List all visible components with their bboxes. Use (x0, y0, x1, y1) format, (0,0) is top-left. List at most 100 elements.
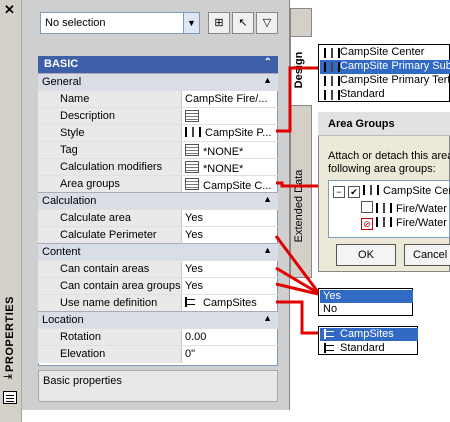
grid-header[interactable]: BASIC ⌃ (38, 56, 278, 73)
row-elevation[interactable]: Elevation 0" (38, 345, 278, 363)
filter-icon[interactable]: ▽ (256, 12, 278, 34)
option-label: CampSite Primary Tert (340, 74, 450, 86)
row-calculate-area[interactable]: Calculate area Yes (38, 209, 278, 227)
category-calculation[interactable]: Calculation ▲ (38, 192, 278, 209)
row-value[interactable]: 0" (182, 346, 278, 363)
style-option[interactable]: CampSite Primary Tert (320, 74, 450, 88)
option-label: CampSites (340, 328, 394, 340)
collapse-icon[interactable]: − (333, 186, 345, 198)
row-value[interactable]: *NONE* (182, 142, 278, 159)
row-label: Rotation (38, 329, 182, 346)
name-definition-icon (185, 297, 199, 307)
row-label: Calculate Perimeter (38, 227, 182, 244)
properties-menu-icon[interactable] (3, 391, 17, 404)
option-label: Standard (340, 88, 385, 100)
row-can-contain-areas[interactable]: Can contain areas Yes (38, 260, 278, 278)
ok-button[interactable]: OK (336, 244, 396, 266)
style-option-selected[interactable]: CampSite Primary Subdi (320, 60, 450, 74)
row-can-contain-area-groups[interactable]: Can contain area groups Yes (38, 277, 278, 295)
dialog-title: Area Groups (318, 112, 450, 136)
area-group-icon (376, 217, 392, 227)
instruction-line: following area groups: (328, 163, 436, 175)
row-area-groups[interactable]: Area groups CampSite C... (38, 175, 278, 193)
category-label: General (42, 76, 82, 88)
row-use-name-definition[interactable]: Use name definition CampSites (38, 294, 278, 312)
category-location[interactable]: Location ▲ (38, 311, 278, 328)
collapse-icon[interactable]: ⌃ (264, 57, 272, 68)
edit-list-icon[interactable] (185, 178, 199, 190)
option-label: Standard (340, 342, 385, 354)
value-text: *NONE* (203, 146, 244, 158)
area-group-tree: −✔ CampSite Center Fire/Water ⊘ Fire/Water (328, 180, 450, 238)
tree-label: Fire/Water (396, 217, 447, 229)
close-icon[interactable]: ✕ (4, 2, 15, 18)
row-value[interactable]: CampSites (182, 295, 278, 312)
value-text: CampSite P... (205, 127, 272, 139)
row-label: Name (38, 91, 182, 108)
description-panel: Basic properties (38, 370, 278, 402)
option-standard[interactable]: Standard (320, 342, 418, 355)
tab-design-label: Design (293, 51, 305, 89)
row-label: Style (38, 125, 182, 142)
chevron-up-icon[interactable]: ▲ (263, 75, 272, 85)
pick-objects-icon[interactable]: ↖ (232, 12, 254, 34)
name-definition-popup: CampSites Standard (318, 326, 418, 355)
style-icon (324, 62, 340, 72)
row-style[interactable]: Style CampSite P... (38, 124, 278, 142)
row-label: Area groups (38, 176, 182, 193)
edit-list-icon[interactable] (185, 110, 199, 122)
row-calculate-perimeter[interactable]: Calculate Perimeter Yes (38, 226, 278, 244)
grid-header-label: BASIC (44, 58, 79, 70)
option-yes[interactable]: Yes (320, 290, 413, 303)
row-value[interactable]: Yes (182, 261, 278, 278)
value-text: CampSite C... (203, 180, 272, 192)
option-label: CampSite Center (340, 46, 425, 58)
row-name[interactable]: Name CampSite Fire/... (38, 90, 278, 108)
row-value[interactable]: Yes (182, 278, 278, 295)
row-value[interactable]: CampSite Fire/... (182, 91, 278, 108)
row-calc-modifiers[interactable]: Calculation modifiers *NONE* (38, 158, 278, 176)
chevron-down-icon[interactable]: ▼ (183, 13, 199, 33)
row-label: Use name definition (38, 295, 182, 312)
tree-child[interactable]: ⊘ Fire/Water (361, 217, 447, 230)
row-label: Calculation modifiers (38, 159, 182, 176)
row-value[interactable]: CampSite P... (182, 125, 278, 142)
tab-extended-data[interactable]: Extended Data (293, 161, 309, 251)
tree-child[interactable]: Fire/Water (361, 201, 447, 215)
row-value[interactable]: Yes (182, 210, 278, 227)
tree-root[interactable]: −✔ CampSite Center (333, 185, 450, 198)
quick-select-icon[interactable]: ⊞ (208, 12, 230, 34)
option-campsites[interactable]: CampSites (320, 328, 418, 341)
row-value[interactable] (182, 108, 278, 125)
tree-label: Fire/Water (396, 203, 447, 215)
row-value[interactable]: 0.00 (182, 329, 278, 346)
row-description[interactable]: Description (38, 107, 278, 125)
checkbox-checked[interactable]: ✔ (348, 186, 360, 198)
checkbox-unchecked[interactable] (361, 201, 373, 213)
row-value[interactable]: *NONE* (182, 159, 278, 176)
style-option[interactable]: Standard (320, 88, 450, 102)
edit-list-icon[interactable] (185, 161, 199, 173)
option-no[interactable]: No (320, 303, 413, 316)
row-label: Description (38, 108, 182, 125)
row-label: Elevation (38, 346, 182, 363)
row-value[interactable]: Yes (182, 227, 278, 244)
style-option[interactable]: CampSite Center (320, 46, 450, 60)
style-icon (324, 90, 340, 100)
cancel-button[interactable]: Cancel (404, 244, 450, 266)
selection-dropdown[interactable]: No selection (40, 12, 200, 34)
category-general[interactable]: General ▲ (38, 73, 278, 90)
row-value[interactable]: CampSite C... (182, 176, 278, 193)
row-rotation[interactable]: Rotation 0.00 (38, 328, 278, 346)
chevron-up-icon[interactable]: ▲ (263, 313, 272, 323)
auto-hide-icon[interactable]: ⇥ (3, 370, 12, 383)
row-tag[interactable]: Tag *NONE* (38, 141, 278, 159)
style-icon (324, 76, 340, 86)
category-label: Content (42, 246, 81, 258)
row-label: Calculate area (38, 210, 182, 227)
category-label: Location (42, 314, 84, 326)
row-label: Can contain areas (38, 261, 182, 278)
chevron-up-icon[interactable]: ▲ (263, 245, 272, 255)
chevron-up-icon[interactable]: ▲ (263, 194, 272, 204)
category-content[interactable]: Content ▲ (38, 243, 278, 260)
